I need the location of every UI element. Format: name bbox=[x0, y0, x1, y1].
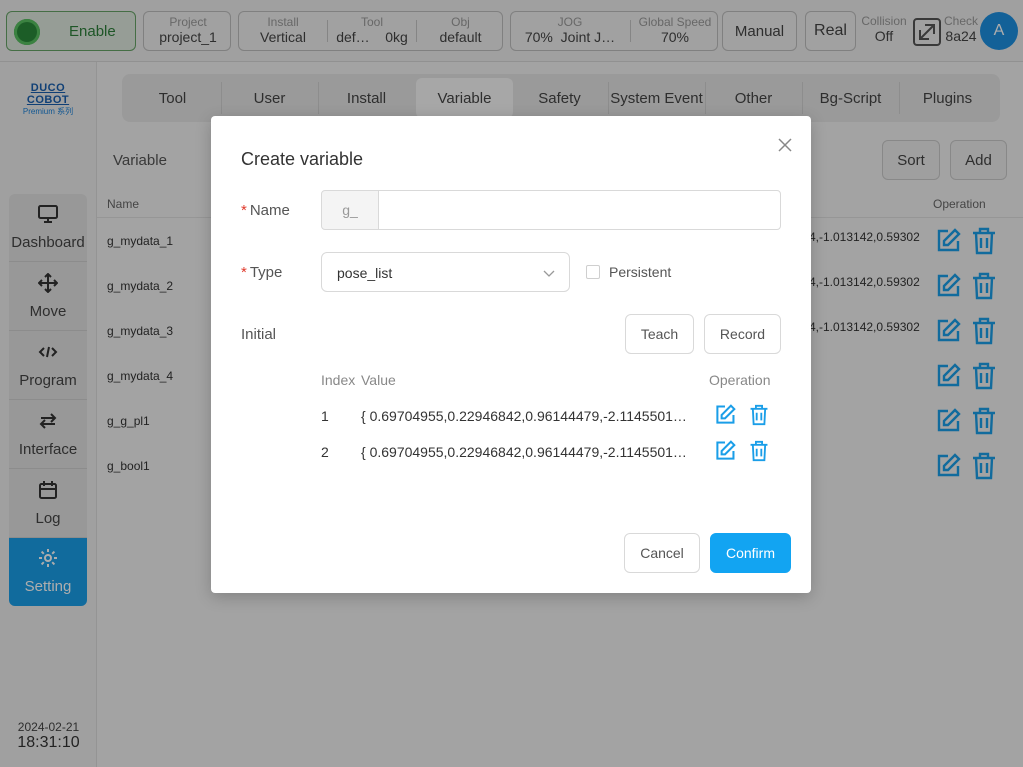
trash-icon[interactable] bbox=[749, 403, 769, 427]
name-label-text: Name bbox=[249, 202, 290, 219]
edit-icon[interactable] bbox=[714, 440, 736, 462]
name-input[interactable] bbox=[378, 190, 781, 230]
list-item: 1 { 0.69704955,0.22946842,0.96144479,-2.… bbox=[321, 400, 781, 436]
col-value: Value bbox=[361, 372, 396, 388]
edit-icon[interactable] bbox=[714, 404, 736, 426]
type-selected-value: pose_list bbox=[337, 265, 393, 281]
type-label-text: Type bbox=[249, 264, 283, 281]
persistent-checkbox[interactable] bbox=[586, 265, 600, 279]
persistent-label[interactable]: Persistent bbox=[609, 264, 671, 280]
required-marker: * bbox=[241, 202, 247, 219]
cancel-button[interactable]: Cancel bbox=[624, 533, 700, 573]
create-variable-dialog: Create variable * Name g_ * Type pose_list… bbox=[211, 116, 811, 593]
record-button[interactable]: Record bbox=[704, 314, 781, 354]
dialog-title: Create variable bbox=[241, 149, 364, 169]
teach-button[interactable]: Teach bbox=[625, 314, 694, 354]
pose-value: { 0.69704955,0.22946842,0.96144479,-2.11… bbox=[361, 444, 687, 460]
pose-index: 1 bbox=[321, 408, 329, 424]
pose-index: 2 bbox=[321, 444, 329, 460]
required-marker: * bbox=[241, 264, 247, 281]
pose-value: { 0.69704955,0.22946842,0.96144479,-2.11… bbox=[361, 408, 687, 424]
name-prefix: g_ bbox=[321, 190, 379, 230]
close-icon[interactable] bbox=[777, 137, 793, 153]
col-index: Index bbox=[321, 372, 356, 388]
chevron-down-icon bbox=[543, 270, 555, 277]
type-select[interactable]: pose_list bbox=[321, 252, 570, 292]
confirm-button[interactable]: Confirm bbox=[710, 533, 791, 573]
list-item: 2 { 0.69704955,0.22946842,0.96144479,-2.… bbox=[321, 436, 781, 472]
col-operation: Operation bbox=[709, 372, 771, 388]
trash-icon[interactable] bbox=[749, 439, 769, 463]
type-field-label: * Type bbox=[241, 264, 282, 281]
name-field-label: * Name bbox=[241, 202, 290, 219]
initial-label: Initial bbox=[241, 326, 277, 343]
